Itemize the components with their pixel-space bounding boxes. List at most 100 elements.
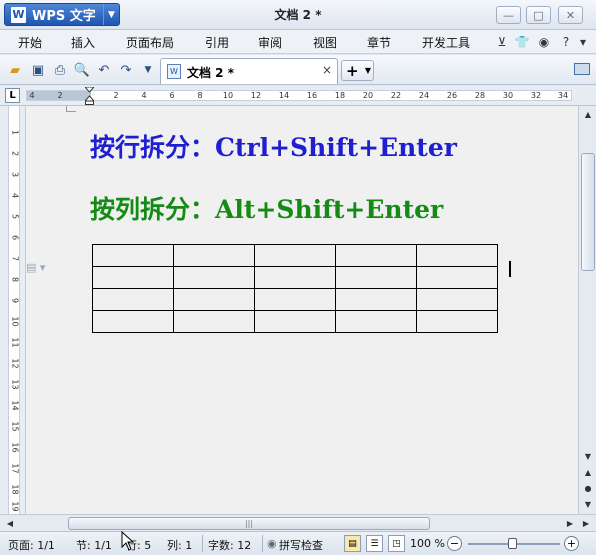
page-view-icon[interactable]: ▤ [344,535,361,552]
vertical-ruler[interactable]: 1 2 3 4 5 6 7 8 9 10 11 12 13 14 15 16 1… [0,106,26,514]
table-cell[interactable] [173,244,255,267]
customize-toolbar-icon[interactable]: ▼ [139,61,157,79]
status-bar: 页面: 1/1 节: 1/1 行: 5 列: 1 字数: 12 ◉ 拼写检查 ▤… [0,531,596,555]
table-cell[interactable] [173,266,255,289]
ruler-number: 16 [306,91,318,100]
scroll-up-icon[interactable]: ▲ [580,106,596,122]
menu-chapter[interactable]: 章节 [367,34,391,51]
horizontal-scrollbar[interactable]: ◀ ||| ▶ ▶ [0,514,596,531]
outline-view-icon[interactable]: ☰ [366,535,383,552]
maximize-button[interactable]: □ [526,6,551,24]
minimize-button[interactable]: — [496,6,521,24]
status-word-count[interactable]: 字数: 12 [208,537,251,553]
document-tab[interactable]: W 文档 2 * × [160,58,338,84]
web-view-icon[interactable]: ◳ [388,535,405,552]
menu-references[interactable]: 引用 [205,34,229,51]
document-page[interactable]: 按行拆分：Ctrl+Shift+Enter 按列拆分：Alt+Shift+Ent… [26,106,578,514]
new-tab-button[interactable]: + ▼ [341,60,374,81]
ruler-number: 4 [141,91,147,100]
table-cell[interactable] [173,288,255,311]
table-cell[interactable] [335,310,417,333]
ruler-number: 12 [250,91,262,100]
table-cell[interactable] [92,266,174,289]
close-tab-icon[interactable]: × [322,63,332,77]
save-icon[interactable]: ▣ [29,61,47,79]
new-tab-dropdown-icon[interactable]: ▼ [365,66,371,75]
document-area[interactable]: 按行拆分：Ctrl+Shift+Enter 按列拆分：Alt+Shift+Ent… [26,106,578,514]
heading-column-split[interactable]: 按列拆分：Alt+Shift+Enter [90,190,443,226]
ruler-number: 14 [278,91,290,100]
print-preview-icon[interactable]: 🔍 [73,61,91,79]
vruler-number: 19 [10,501,20,512]
table-cell[interactable] [254,288,336,311]
menu-page-layout[interactable]: 页面布局 [126,34,174,51]
skin-icon[interactable]: 👕 [514,34,530,50]
table-row [92,266,498,289]
vruler-number: 17 [10,463,20,474]
vruler-number: 4 [10,192,20,199]
menu-insert[interactable]: 插入 [71,34,95,51]
status-section[interactable]: 节: 1/1 [76,537,112,553]
ruler-strip[interactable] [26,90,572,101]
table-cell[interactable] [335,288,417,311]
indent-marker-icon[interactable] [85,87,94,105]
zoom-level[interactable]: 100 % [410,537,445,550]
zoom-slider-handle[interactable] [508,538,517,549]
help-icon[interactable]: ? [558,34,574,50]
ruler-number: 28 [474,91,486,100]
scroll-down-icon[interactable]: ▼ [580,448,596,464]
document-table[interactable] [92,244,498,333]
open-folder-icon[interactable]: ▰ [6,61,24,79]
table-cell[interactable] [92,244,174,267]
table-cell[interactable] [254,244,336,267]
scroll-left-icon[interactable]: ◀ [2,515,18,531]
menu-start[interactable]: 开始 [18,34,42,51]
redo-icon[interactable]: ↷ [117,61,135,79]
zoom-in-icon[interactable]: + [564,536,579,551]
vruler-number: 15 [10,421,20,432]
table-cell[interactable] [335,244,417,267]
weibo-icon[interactable]: ◉ [536,34,552,50]
table-cell[interactable] [416,266,498,289]
next-page-icon[interactable]: ▼ [580,496,596,512]
spellcheck-dot-icon: ◉ [267,537,277,550]
close-button[interactable]: ✕ [558,6,583,24]
vertical-scrollbar[interactable]: ▲ ▼ ▲ ● ▼ [578,106,596,514]
paragraph-layout-icon[interactable]: ▤ ▾ [26,261,45,274]
previous-page-icon[interactable]: ▲ [580,464,596,480]
quick-access-toolbar: ▰ ▣ ⎙ 🔍 ↶ ↷ ▼ W 文档 2 * × + ▼ [0,55,596,85]
ruler-number: 10 [222,91,234,100]
table-cell[interactable] [416,310,498,333]
status-page[interactable]: 页面: 1/1 [8,537,55,553]
help-dropdown-icon[interactable]: ▾ [575,34,591,50]
browse-object-icon[interactable]: ● [580,480,596,496]
collapse-ribbon-icon[interactable]: ⊻ [494,34,510,50]
status-spellcheck[interactable]: 拼写检查 [279,537,323,553]
scroll-right-icon[interactable]: ▶ [562,515,578,531]
status-column[interactable]: 列: 1 [167,537,192,553]
table-cell[interactable] [254,310,336,333]
table-cell[interactable] [416,288,498,311]
horizontal-ruler[interactable]: L 4 2 2 4 6 8 10 12 14 16 18 20 22 24 26… [0,86,596,106]
table-cell[interactable] [92,310,174,333]
menu-review[interactable]: 审阅 [258,34,282,51]
horizontal-scroll-thumb[interactable]: ||| [68,517,430,530]
table-cell[interactable] [173,310,255,333]
vertical-scroll-thumb[interactable] [581,153,595,271]
table-cell[interactable] [416,244,498,267]
heading-row-split[interactable]: 按行拆分：Ctrl+Shift+Enter [90,128,457,164]
menu-developer[interactable]: 开发工具 [422,34,470,51]
document-tab-label: 文档 2 * [187,66,234,80]
zoom-out-icon[interactable]: − [447,536,462,551]
table-cell[interactable] [92,288,174,311]
print-icon[interactable]: ⎙ [51,61,69,79]
scroll-right-end-icon[interactable]: ▶ [578,515,594,531]
tab-stop-selector[interactable]: L [5,88,20,103]
table-cell[interactable] [335,266,417,289]
table-cell[interactable] [254,266,336,289]
menu-view[interactable]: 视图 [313,34,337,51]
document-icon: W [167,64,181,79]
vruler-number: 1 [10,129,20,136]
undo-icon[interactable]: ↶ [95,61,113,79]
window-layout-icon[interactable] [574,63,590,75]
